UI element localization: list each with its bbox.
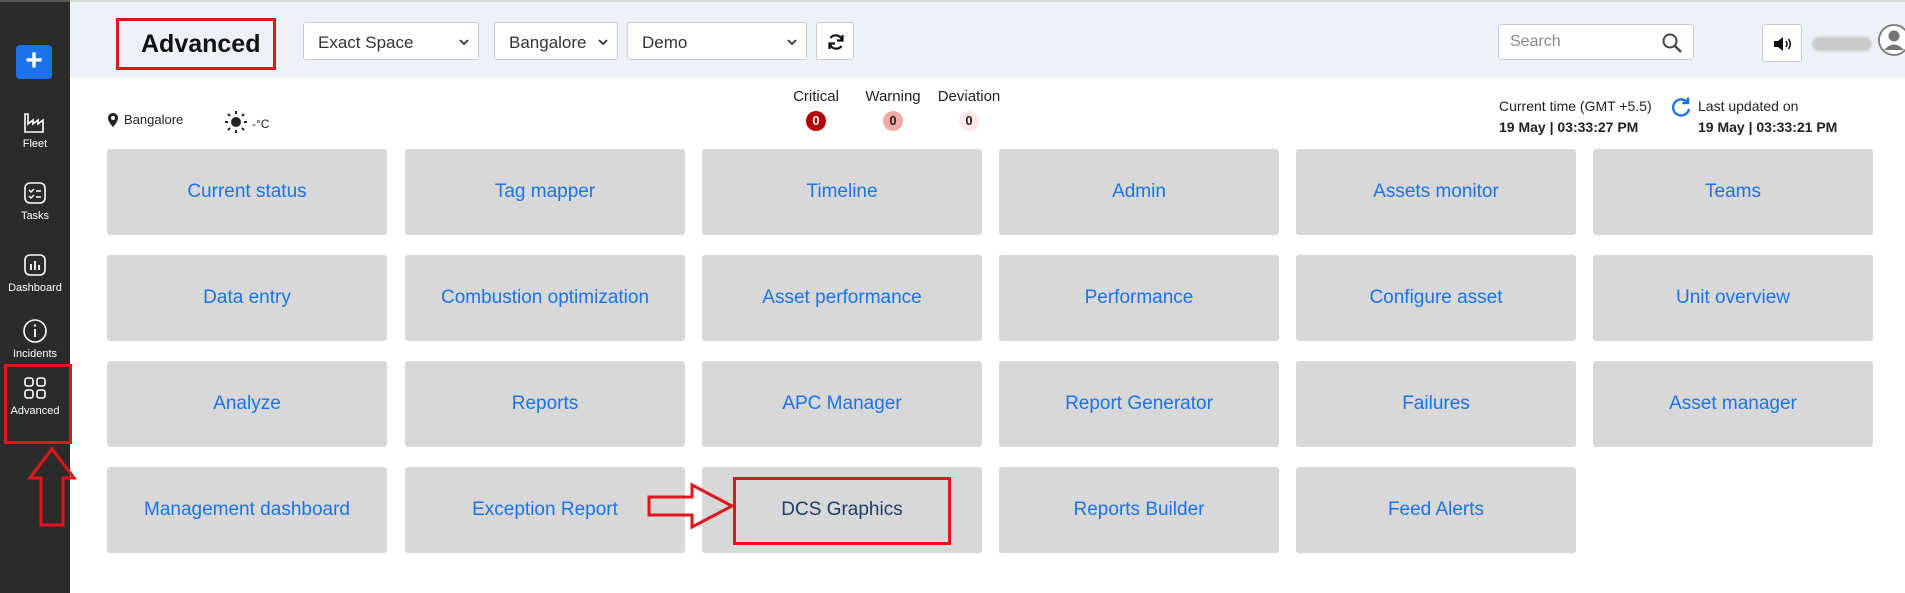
current-time-label: Current time (GMT +5.5) bbox=[1499, 98, 1652, 114]
site-select[interactable]: Demo bbox=[627, 22, 807, 60]
alert-deviation-count: 0 bbox=[959, 111, 979, 131]
alert-deviation[interactable]: Deviation 0 bbox=[934, 88, 1004, 131]
location-select[interactable]: Bangalore bbox=[494, 22, 618, 60]
site-select-value: Demo bbox=[642, 33, 688, 52]
tile-reports[interactable]: Reports bbox=[405, 361, 685, 447]
tile-management-dashboard[interactable]: Management dashboard bbox=[107, 467, 387, 553]
weather-info: -°C bbox=[224, 110, 269, 134]
tile-asset-performance[interactable]: Asset performance bbox=[702, 255, 982, 341]
tile-exception-report[interactable]: Exception Report bbox=[405, 467, 685, 553]
username-blurred bbox=[1812, 37, 1872, 51]
tile-asset-manager[interactable]: Asset manager bbox=[1593, 361, 1873, 447]
speaker-icon bbox=[1774, 37, 1792, 51]
alert-critical[interactable]: Critical 0 bbox=[790, 88, 842, 131]
factory-icon bbox=[20, 106, 50, 136]
tile-report-generator[interactable]: Report Generator bbox=[999, 361, 1279, 447]
tile-admin[interactable]: Admin bbox=[999, 149, 1279, 235]
sidebar-item-incidents[interactable]: Incidents bbox=[0, 316, 70, 360]
bar-chart-icon bbox=[20, 250, 50, 280]
last-updated-value: 19 May | 03:33:21 PM bbox=[1698, 119, 1838, 135]
alert-warning-count: 0 bbox=[883, 111, 903, 131]
tile-combustion-optimization[interactable]: Combustion optimization bbox=[405, 255, 685, 341]
add-button[interactable]: + bbox=[16, 45, 52, 79]
tile-apc-manager[interactable]: APC Manager bbox=[702, 361, 982, 447]
temperature-text: -°C bbox=[252, 117, 270, 131]
sidebar-item-advanced[interactable]: Advanced bbox=[0, 373, 70, 417]
alert-warning-label: Warning bbox=[865, 88, 921, 105]
location-select-value: Bangalore bbox=[509, 33, 587, 52]
sidebar-item-dashboard[interactable]: Dashboard bbox=[0, 250, 70, 294]
sidebar-top-line bbox=[0, 0, 70, 2]
tile-timeline[interactable]: Timeline bbox=[702, 149, 982, 235]
last-updated-refresh-icon[interactable] bbox=[1670, 96, 1692, 118]
chevron-down-icon bbox=[598, 39, 608, 46]
location-text: Bangalore bbox=[124, 112, 184, 127]
map-pin-icon bbox=[108, 113, 118, 127]
current-time: Current time (GMT +5.5) 19 May | 03:33:2… bbox=[1499, 96, 1652, 138]
tile-tag-mapper[interactable]: Tag mapper bbox=[405, 149, 685, 235]
tile-analyze[interactable]: Analyze bbox=[107, 361, 387, 447]
sound-button[interactable] bbox=[1762, 24, 1802, 62]
space-select[interactable]: Exact Space bbox=[303, 22, 479, 60]
search-icon[interactable] bbox=[1661, 32, 1683, 54]
alert-deviation-label: Deviation bbox=[937, 88, 1001, 105]
search-input[interactable] bbox=[1499, 25, 1649, 59]
current-time-value: 19 May | 03:33:27 PM bbox=[1499, 119, 1639, 135]
refresh-icon bbox=[828, 34, 844, 50]
sidebar-item-tasks[interactable]: Tasks bbox=[0, 178, 70, 222]
sidebar-item-label: Fleet bbox=[22, 138, 48, 150]
space-select-value: Exact Space bbox=[318, 33, 414, 52]
annotation-box-title: Advanced bbox=[116, 18, 276, 70]
info-icon bbox=[20, 316, 50, 346]
tile-reports-builder[interactable]: Reports Builder bbox=[999, 467, 1279, 553]
header: Advanced Exact Space Bangalore Demo bbox=[70, 0, 1905, 78]
tile-configure-asset[interactable]: Configure asset bbox=[1296, 255, 1576, 341]
sidebar-item-fleet[interactable]: Fleet bbox=[0, 106, 70, 150]
alert-critical-count: 0 bbox=[806, 111, 826, 131]
tile-dcs-graphics[interactable]: DCS Graphics bbox=[702, 467, 982, 553]
grid-icon bbox=[20, 373, 50, 403]
sun-icon bbox=[225, 111, 247, 133]
refresh-button[interactable] bbox=[816, 22, 854, 60]
tile-teams[interactable]: Teams bbox=[1593, 149, 1873, 235]
sidebar-item-label: Incidents bbox=[12, 348, 58, 360]
tile-data-entry[interactable]: Data entry bbox=[107, 255, 387, 341]
sidebar-item-label: Tasks bbox=[20, 210, 50, 222]
checklist-icon bbox=[20, 178, 50, 208]
alert-warning[interactable]: Warning 0 bbox=[862, 88, 924, 131]
search-box[interactable] bbox=[1498, 24, 1694, 60]
tile-assets-monitor[interactable]: Assets monitor bbox=[1296, 149, 1576, 235]
chevron-down-icon bbox=[787, 39, 797, 46]
page-title: Advanced bbox=[141, 30, 261, 58]
chevron-down-icon bbox=[459, 39, 469, 46]
tile-unit-overview[interactable]: Unit overview bbox=[1593, 255, 1873, 341]
annotation-right-arrow bbox=[647, 482, 736, 530]
sidebar-item-label: Advanced bbox=[10, 405, 60, 417]
tile-failures[interactable]: Failures bbox=[1296, 361, 1576, 447]
location-info: Bangalore bbox=[108, 112, 183, 127]
tile-performance[interactable]: Performance bbox=[999, 255, 1279, 341]
tile-feed-alerts[interactable]: Feed Alerts bbox=[1296, 467, 1576, 553]
avatar[interactable] bbox=[1878, 24, 1905, 56]
last-updated: Last updated on 19 May | 03:33:21 PM bbox=[1698, 96, 1837, 138]
tile-current-status[interactable]: Current status bbox=[107, 149, 387, 235]
alert-critical-label: Critical bbox=[793, 88, 839, 105]
last-updated-label: Last updated on bbox=[1698, 98, 1799, 114]
annotation-up-arrow bbox=[26, 446, 78, 527]
sidebar-item-label: Dashboard bbox=[8, 282, 62, 294]
